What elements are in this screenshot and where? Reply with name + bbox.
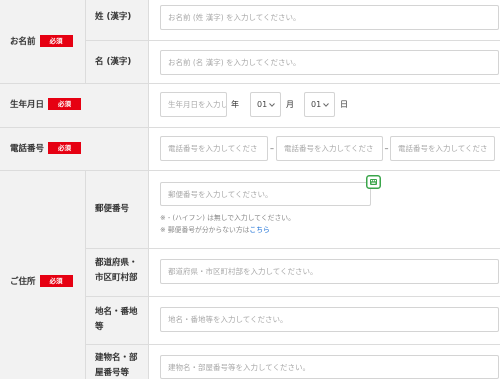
last-name-label: 姓 (漢字)	[95, 12, 132, 22]
postal-code-hint: ※ - (ハイフン) は無しで入力してください。	[160, 214, 295, 222]
postal-code-lookup-link[interactable]: こちら	[249, 226, 269, 234]
phone-part3-input[interactable]	[390, 136, 495, 161]
prefecture-city-label: 都道府県・市区町村部	[95, 258, 138, 283]
chevron-down-icon	[323, 103, 329, 107]
building-row: 建物名・部屋番号等	[85, 344, 500, 379]
autofill-icon[interactable]	[366, 175, 381, 189]
first-name-label: 名 (漢字)	[95, 57, 132, 67]
first-name-input[interactable]	[160, 50, 499, 75]
required-badge: 必須	[48, 142, 82, 154]
street-address-label: 地名・番地等	[95, 307, 138, 332]
required-badge: 必須	[48, 98, 82, 110]
last-name-input[interactable]	[160, 5, 499, 30]
field-label-text: 電話番号	[10, 144, 45, 154]
field-label-text: お名前	[10, 37, 36, 47]
postal-code-label: 郵便番号	[95, 204, 130, 214]
registration-form: お名前 必須 姓 (漢字) 名 (漢字) 生年月日 必須 年 01 月 01 日	[0, 0, 500, 379]
field-label: ご住所 必須	[10, 274, 73, 288]
field-label: 生年月日 必須	[10, 97, 82, 111]
birth-day-select[interactable]: 01	[304, 92, 335, 117]
birthday-row: 生年月日 必須 年 01 月 01 日	[0, 83, 500, 127]
building-input[interactable]	[160, 355, 499, 379]
phone-row: 電話番号 必須 – –	[0, 127, 500, 170]
required-badge: 必須	[39, 35, 73, 47]
postal-code-input[interactable]	[160, 182, 371, 206]
phone-separator: –	[384, 144, 389, 153]
postal-code-row: 郵便番号 ※ - (ハイフン) は無しで入力してください。 ※ 郵便番号が分から…	[85, 170, 500, 248]
first-name-row: 名 (漢字)	[85, 40, 500, 83]
phone-part1-input[interactable]	[160, 136, 268, 161]
phone-separator: –	[270, 144, 274, 153]
select-value: 01	[257, 100, 268, 109]
select-value: 01	[311, 100, 322, 109]
last-name-row: 姓 (漢字)	[85, 0, 500, 40]
birth-year-input[interactable]	[160, 92, 227, 117]
birth-month-select[interactable]: 01	[250, 92, 281, 117]
prefecture-city-row: 都道府県・市区町村部	[85, 248, 500, 296]
field-label: お名前 必須	[10, 34, 73, 48]
field-label: 電話番号 必須	[10, 141, 82, 155]
phone-part2-input[interactable]	[276, 136, 383, 161]
field-label-text: 生年月日	[10, 100, 45, 110]
address-row: ご住所 必須 郵便番号 ※ - (ハイフン) は無しで入力してください。 ※ 郵…	[0, 170, 500, 379]
building-label: 建物名・部屋番号等	[95, 353, 138, 378]
day-unit: 日	[340, 100, 348, 109]
chevron-down-icon	[269, 103, 275, 107]
field-label-text: ご住所	[10, 277, 36, 287]
prefecture-city-input[interactable]	[160, 259, 499, 284]
postal-code-lookup-text: ※ 郵便番号が分からない方は	[160, 226, 250, 234]
required-badge: 必須	[39, 275, 73, 287]
street-address-row: 地名・番地等	[85, 296, 500, 344]
month-unit: 月	[286, 100, 294, 109]
name-row: お名前 必須 姓 (漢字) 名 (漢字)	[0, 0, 500, 83]
street-address-input[interactable]	[160, 307, 499, 332]
postal-code-lookup-note: ※ 郵便番号が分からない方はこちら	[160, 226, 270, 235]
year-unit: 年	[231, 100, 239, 109]
